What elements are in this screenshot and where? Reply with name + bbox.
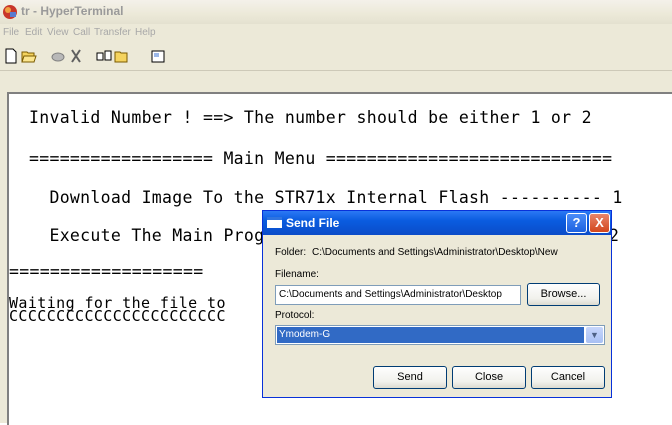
folder-path: C:\Documents and Settings\Administrator\… bbox=[312, 247, 558, 258]
menu-view[interactable]: View bbox=[47, 27, 69, 38]
dialog-title: Send File bbox=[286, 216, 340, 230]
send-icon[interactable] bbox=[96, 48, 112, 64]
terminal-line: =================== bbox=[9, 262, 204, 281]
disconnect-icon[interactable] bbox=[68, 48, 84, 64]
properties-icon[interactable] bbox=[150, 48, 166, 64]
hyperterminal-app-icon bbox=[3, 5, 17, 19]
protocol-selected-value: Ymodem-G bbox=[277, 327, 584, 343]
terminal-line: ================== Main Menu ===========… bbox=[29, 149, 613, 168]
protocol-label: Protocol: bbox=[275, 310, 315, 321]
help-button[interactable]: ? bbox=[566, 213, 587, 233]
browse-button[interactable]: Browse... bbox=[527, 283, 600, 306]
window-title: tr - HyperTerminal bbox=[21, 4, 124, 18]
terminal-line: Invalid Number ! ==> The number should b… bbox=[29, 108, 592, 127]
terminal-line: Execute The Main Progr bbox=[29, 226, 275, 245]
close-button[interactable]: Close bbox=[452, 366, 526, 389]
cancel-button[interactable]: Cancel bbox=[531, 366, 605, 389]
chevron-down-icon[interactable]: ▼ bbox=[586, 327, 603, 343]
folder-label: Folder: bbox=[275, 247, 307, 258]
window-icon bbox=[267, 217, 282, 228]
menu-edit[interactable]: Edit bbox=[25, 27, 42, 38]
menu-call[interactable]: Call bbox=[73, 27, 90, 38]
menu-help[interactable]: Help bbox=[135, 27, 156, 38]
connect-icon[interactable] bbox=[50, 48, 66, 64]
menu-file[interactable]: File bbox=[3, 27, 19, 38]
send-button[interactable]: Send bbox=[373, 366, 447, 389]
receive-icon[interactable] bbox=[113, 48, 129, 64]
menu-transfer[interactable]: Transfer bbox=[94, 27, 131, 38]
open-icon[interactable] bbox=[21, 48, 37, 64]
close-icon[interactable]: X bbox=[589, 213, 610, 233]
filename-label: Filename: bbox=[275, 269, 319, 280]
protocol-select[interactable]: Ymodem-G ▼ bbox=[275, 325, 605, 345]
terminal-line: CCCCCCCCCCCCCCCCCCCCCCC bbox=[9, 307, 226, 325]
menu-bar: File Edit View Call Transfer Help bbox=[0, 24, 672, 42]
new-icon[interactable] bbox=[3, 48, 19, 64]
dialog-title-bar[interactable]: Send File ? X bbox=[263, 211, 611, 235]
send-file-dialog: Send File ? X Folder: C:\Documents and S… bbox=[262, 210, 612, 398]
filename-input[interactable]: C:\Documents and Settings\Administrator\… bbox=[275, 285, 521, 305]
window-title-bar[interactable]: tr - HyperTerminal bbox=[0, 0, 672, 25]
terminal-line: Download Image To the STR71x Internal Fl… bbox=[29, 188, 623, 207]
toolbar bbox=[0, 42, 672, 71]
